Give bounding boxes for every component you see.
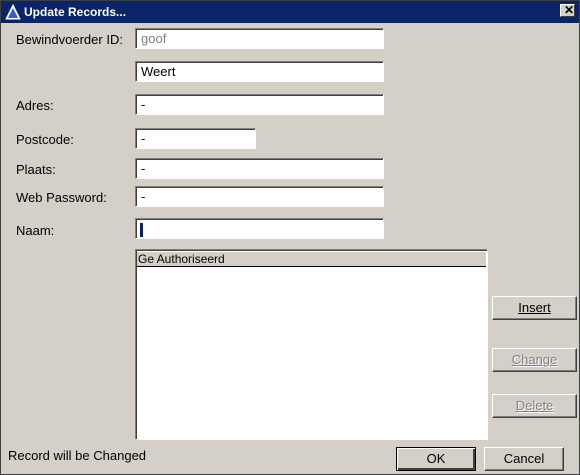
web-password-label: Web Password: (16, 190, 107, 205)
plaats-label: Plaats: (16, 162, 56, 177)
delete-button[interactable]: Delete (492, 394, 577, 418)
postcode-field[interactable]: - (135, 128, 256, 149)
adres-label: Adres: (16, 98, 54, 113)
postcode-label: Postcode: (16, 132, 74, 147)
close-icon: ✕ (564, 3, 575, 17)
delete-label: Delete (515, 398, 554, 413)
naam-field[interactable] (135, 218, 384, 239)
change-button[interactable]: Change (492, 348, 577, 372)
cancel-button[interactable]: Cancel (484, 447, 564, 471)
adres-field[interactable]: - (135, 94, 384, 115)
ok-button[interactable]: OK (396, 447, 476, 471)
change-label: Change (511, 352, 558, 367)
app-triangle-icon (5, 4, 21, 20)
close-button[interactable]: ✕ (560, 3, 575, 17)
window-title: Update Records... (24, 5, 127, 19)
update-records-dialog: Update Records... ✕ Bewindvoerder ID: go… (0, 0, 580, 475)
cancel-label: Cancel (503, 451, 545, 466)
ok-label: OK (426, 451, 446, 466)
authorised-list[interactable]: Ge Authoriseerd (135, 249, 488, 440)
web-password-field[interactable]: - (135, 186, 384, 207)
title-bar[interactable]: Update Records... ✕ (1, 1, 579, 23)
naam-label: Naam: (16, 223, 55, 238)
insert-button[interactable]: Insert (492, 296, 577, 320)
status-text: Record will be Changed (8, 448, 147, 463)
list-column-header[interactable]: Ge Authoriseerd (137, 251, 486, 267)
list-header-label: Ge Authoriseerd (138, 252, 225, 266)
bewindvoerder-id-field: goof (135, 28, 384, 49)
text-caret (140, 222, 143, 237)
bewindvoerder-label: Bewindvoerder ID: (16, 32, 123, 47)
plaats-field[interactable]: - (135, 158, 384, 179)
location-field[interactable]: Weert (135, 61, 384, 82)
insert-label: Insert (518, 300, 551, 315)
